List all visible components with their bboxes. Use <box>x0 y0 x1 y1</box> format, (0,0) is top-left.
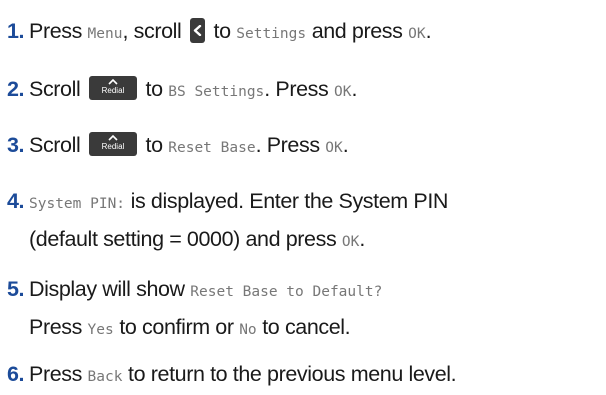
step-text: . <box>425 19 432 43</box>
step-number: 6. <box>7 362 25 386</box>
redial-up-key-icon: Redial <box>88 132 137 156</box>
step-text: (default setting = 0000) and press <box>29 227 337 251</box>
display-text: Settings <box>236 26 307 42</box>
step-text: . <box>342 133 349 157</box>
step-text: . <box>359 227 365 251</box>
step-text: . Press <box>255 133 321 157</box>
display-text: OK <box>333 84 352 100</box>
step-text: to cancel. <box>262 315 351 339</box>
step-text: to <box>145 133 164 157</box>
step-text: . <box>351 77 358 101</box>
step-4: 4. System PIN: is displayed. Enter the S… <box>0 184 606 260</box>
left-arrow-key-icon <box>189 18 205 43</box>
step-2: 2. Scroll Redial to BS Settings. Press O… <box>0 72 606 110</box>
step-text: to <box>145 77 164 101</box>
display-text: OK <box>408 26 426 42</box>
display-text: Back <box>87 369 123 385</box>
key-label: Redial <box>101 86 125 95</box>
step-text: Scroll <box>29 133 81 157</box>
display-text: OK <box>325 140 343 156</box>
step-number: 5. <box>7 277 25 301</box>
step-text: Scroll <box>29 77 81 101</box>
step-text: Press <box>29 19 82 43</box>
display-text: Reset Base to Default? <box>190 284 383 300</box>
step-6: 6. Press Back to return to the previous … <box>0 357 606 395</box>
display-text: BS Settings <box>168 84 265 100</box>
step-text: , scroll <box>122 19 182 43</box>
step-number: 3. <box>7 133 25 157</box>
step-3: 3. Scroll Redial to Reset Base. Press OK… <box>0 128 606 166</box>
step-text: Display will show <box>29 277 185 301</box>
step-number: 1. <box>7 19 25 43</box>
step-text: . Press <box>264 77 329 101</box>
display-text: Menu <box>87 26 123 42</box>
display-text: OK <box>341 234 360 250</box>
display-text: Reset Base <box>168 140 256 156</box>
step-5: 5. Display will show Reset Base to Defau… <box>0 272 606 348</box>
step-number: 4. <box>7 189 25 213</box>
step-text: Press <box>29 362 82 386</box>
display-text: Yes <box>87 322 114 338</box>
step-text: and press <box>311 19 403 43</box>
step-number: 2. <box>7 77 25 101</box>
redial-up-key-icon: Redial <box>88 76 137 100</box>
step-text: Press <box>29 315 82 339</box>
step-text: to confirm or <box>119 315 234 339</box>
step-text: to <box>213 19 232 43</box>
step-text: is displayed. Enter the System PIN <box>130 189 449 213</box>
display-text: No <box>239 322 257 338</box>
step-1: 1. Press Menu, scroll to Settings and pr… <box>0 14 606 52</box>
key-label: Redial <box>101 142 125 151</box>
step-text: to return to the previous menu level. <box>128 362 457 386</box>
display-text: System PIN: <box>29 196 126 212</box>
